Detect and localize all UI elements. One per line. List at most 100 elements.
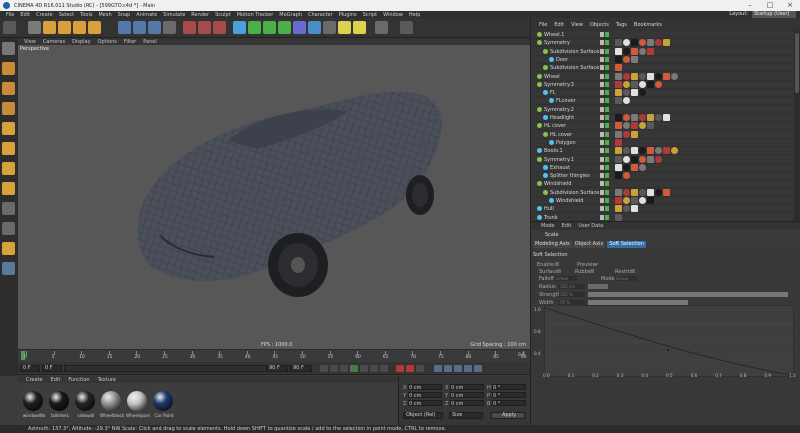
viewport-menu-view[interactable]: View (24, 39, 36, 45)
object-tag-icon[interactable] (623, 163, 630, 171)
enable-toggle-icon[interactable] (605, 214, 609, 220)
falloff-curve-graph[interactable] (544, 305, 795, 377)
object-menu-objects[interactable]: Objects (590, 22, 609, 28)
object-tag-icon[interactable] (639, 147, 646, 155)
object-tag-icon[interactable] (615, 39, 622, 47)
material-menu-edit[interactable]: Edit (51, 377, 61, 383)
coord-value-field[interactable]: 0 cm (408, 384, 442, 391)
material-swatch[interactable]: tailinterL (48, 385, 70, 418)
object-tag-icon[interactable] (623, 172, 630, 180)
coordinate-system-icon[interactable] (163, 21, 176, 34)
object-tag-icon[interactable] (639, 47, 646, 55)
object-row[interactable]: Wheel (531, 72, 794, 81)
viewport-menu-options[interactable]: Options (98, 39, 117, 45)
enable-toggle-icon[interactable] (605, 139, 609, 145)
coord-value-field[interactable]: 0 ° (492, 392, 526, 399)
visibility-toggle-icon[interactable] (600, 106, 604, 112)
attribute-tab-object-axis[interactable]: Object Axis (572, 241, 606, 248)
visibility-toggle-icon[interactable] (600, 189, 604, 195)
menu-item-select[interactable]: Select (59, 12, 74, 18)
object-tag-icon[interactable] (623, 155, 630, 163)
object-row[interactable]: Subdivision Surface (531, 64, 794, 73)
locked-workplane-icon[interactable] (2, 262, 15, 275)
object-tag-icon[interactable] (623, 55, 630, 63)
scale-icon[interactable] (58, 21, 71, 34)
object-tag-icon[interactable] (615, 55, 622, 63)
object-row[interactable]: HL cover (531, 130, 794, 139)
range-slider[interactable] (64, 365, 294, 372)
go-to-start-icon[interactable] (320, 365, 328, 372)
maximize-button[interactable]: □ (760, 0, 780, 11)
mode-select[interactable]: Group (615, 276, 637, 281)
autokey-icon[interactable] (406, 365, 414, 372)
render-picture-viewer-icon[interactable] (198, 21, 211, 34)
object-tag-icon[interactable] (631, 130, 638, 138)
visibility-toggle-icon[interactable] (600, 65, 604, 71)
object-tag-icon[interactable] (647, 197, 654, 204)
menu-item-file[interactable]: File (6, 12, 14, 18)
axis-mode-icon[interactable] (2, 182, 15, 195)
object-row[interactable]: Hull (531, 205, 794, 214)
menu-item-motion-tracker[interactable]: Motion Tracker (237, 12, 274, 18)
object-tag-icon[interactable] (623, 39, 630, 47)
object-menu-bookmarks[interactable]: Bookmarks (634, 22, 662, 28)
object-tag-icon[interactable] (623, 197, 630, 204)
camera-icon[interactable] (323, 21, 336, 34)
object-tag-icon[interactable] (631, 55, 638, 63)
menu-item-simulate[interactable]: Simulate (163, 12, 185, 18)
go-to-end-icon[interactable] (380, 365, 388, 372)
object-tag-icon[interactable] (647, 72, 654, 80)
object-tag-icon[interactable] (647, 155, 654, 163)
next-frame-icon[interactable] (360, 365, 368, 372)
object-tag-icon[interactable] (631, 47, 638, 55)
object-tag-icon[interactable] (639, 197, 646, 204)
radius-slider[interactable] (588, 284, 608, 289)
object-tag-icon[interactable] (623, 114, 630, 121)
object-tag-icon[interactable] (631, 80, 638, 88)
object-row[interactable]: Windshield (531, 180, 794, 189)
object-tag-icon[interactable] (663, 114, 670, 121)
object-row[interactable]: Subdivision Surface.1 (531, 47, 794, 56)
object-tag-icon[interactable] (615, 97, 622, 105)
enable-toggle-icon[interactable] (605, 148, 609, 154)
object-tag-icon[interactable] (615, 163, 622, 171)
object-tag-icon[interactable] (647, 39, 654, 47)
object-tag-icon[interactable] (639, 114, 646, 121)
next-key-icon[interactable] (370, 365, 378, 372)
rotation-key-icon[interactable] (454, 365, 462, 372)
menu-item-create[interactable]: Create (36, 12, 53, 18)
points-mode-icon[interactable] (2, 122, 15, 135)
object-row[interactable]: Door (531, 55, 794, 64)
layout-select[interactable]: Startup (User) (752, 11, 796, 18)
visibility-toggle-icon[interactable] (600, 198, 604, 203)
object-row[interactable]: Symmetry.2 (531, 106, 794, 114)
enable-toggle-icon[interactable] (605, 206, 609, 212)
visibility-toggle-icon[interactable] (600, 81, 604, 87)
visibility-toggle-icon[interactable] (600, 115, 604, 120)
object-tag-icon[interactable] (655, 188, 662, 196)
object-tag-icon[interactable] (615, 122, 622, 130)
enable-toggle-icon[interactable] (605, 131, 609, 137)
object-tag-icon[interactable] (623, 97, 630, 105)
apply-button[interactable]: Apply (491, 412, 525, 419)
object-tag-icon[interactable] (615, 89, 622, 97)
enable-toggle-icon[interactable] (605, 90, 609, 96)
previous-frame-icon[interactable] (340, 365, 348, 372)
visibility-toggle-icon[interactable] (600, 173, 604, 179)
max-frame-field[interactable]: 90 F (266, 365, 288, 372)
rubber-checkbox[interactable] (590, 269, 594, 273)
object-tag-icon[interactable] (623, 89, 630, 97)
surface-checkbox[interactable] (557, 269, 561, 273)
object-tag-icon[interactable] (639, 155, 646, 163)
object-tag-icon[interactable] (623, 47, 630, 55)
menu-item-plugins[interactable]: Plugins (339, 12, 357, 18)
object-row[interactable]: HL cover (531, 122, 794, 131)
end-frame-field[interactable]: 90 F (290, 365, 312, 372)
enable-toggle-icon[interactable] (605, 189, 609, 195)
object-row[interactable]: Trunk (531, 213, 794, 221)
min-frame-field[interactable]: 0 F (42, 365, 62, 372)
object-tag-icon[interactable] (615, 72, 622, 80)
enable-toggle-icon[interactable] (605, 115, 609, 120)
enable-toggle-icon[interactable] (605, 48, 609, 54)
object-row[interactable]: Polygon (531, 138, 794, 147)
